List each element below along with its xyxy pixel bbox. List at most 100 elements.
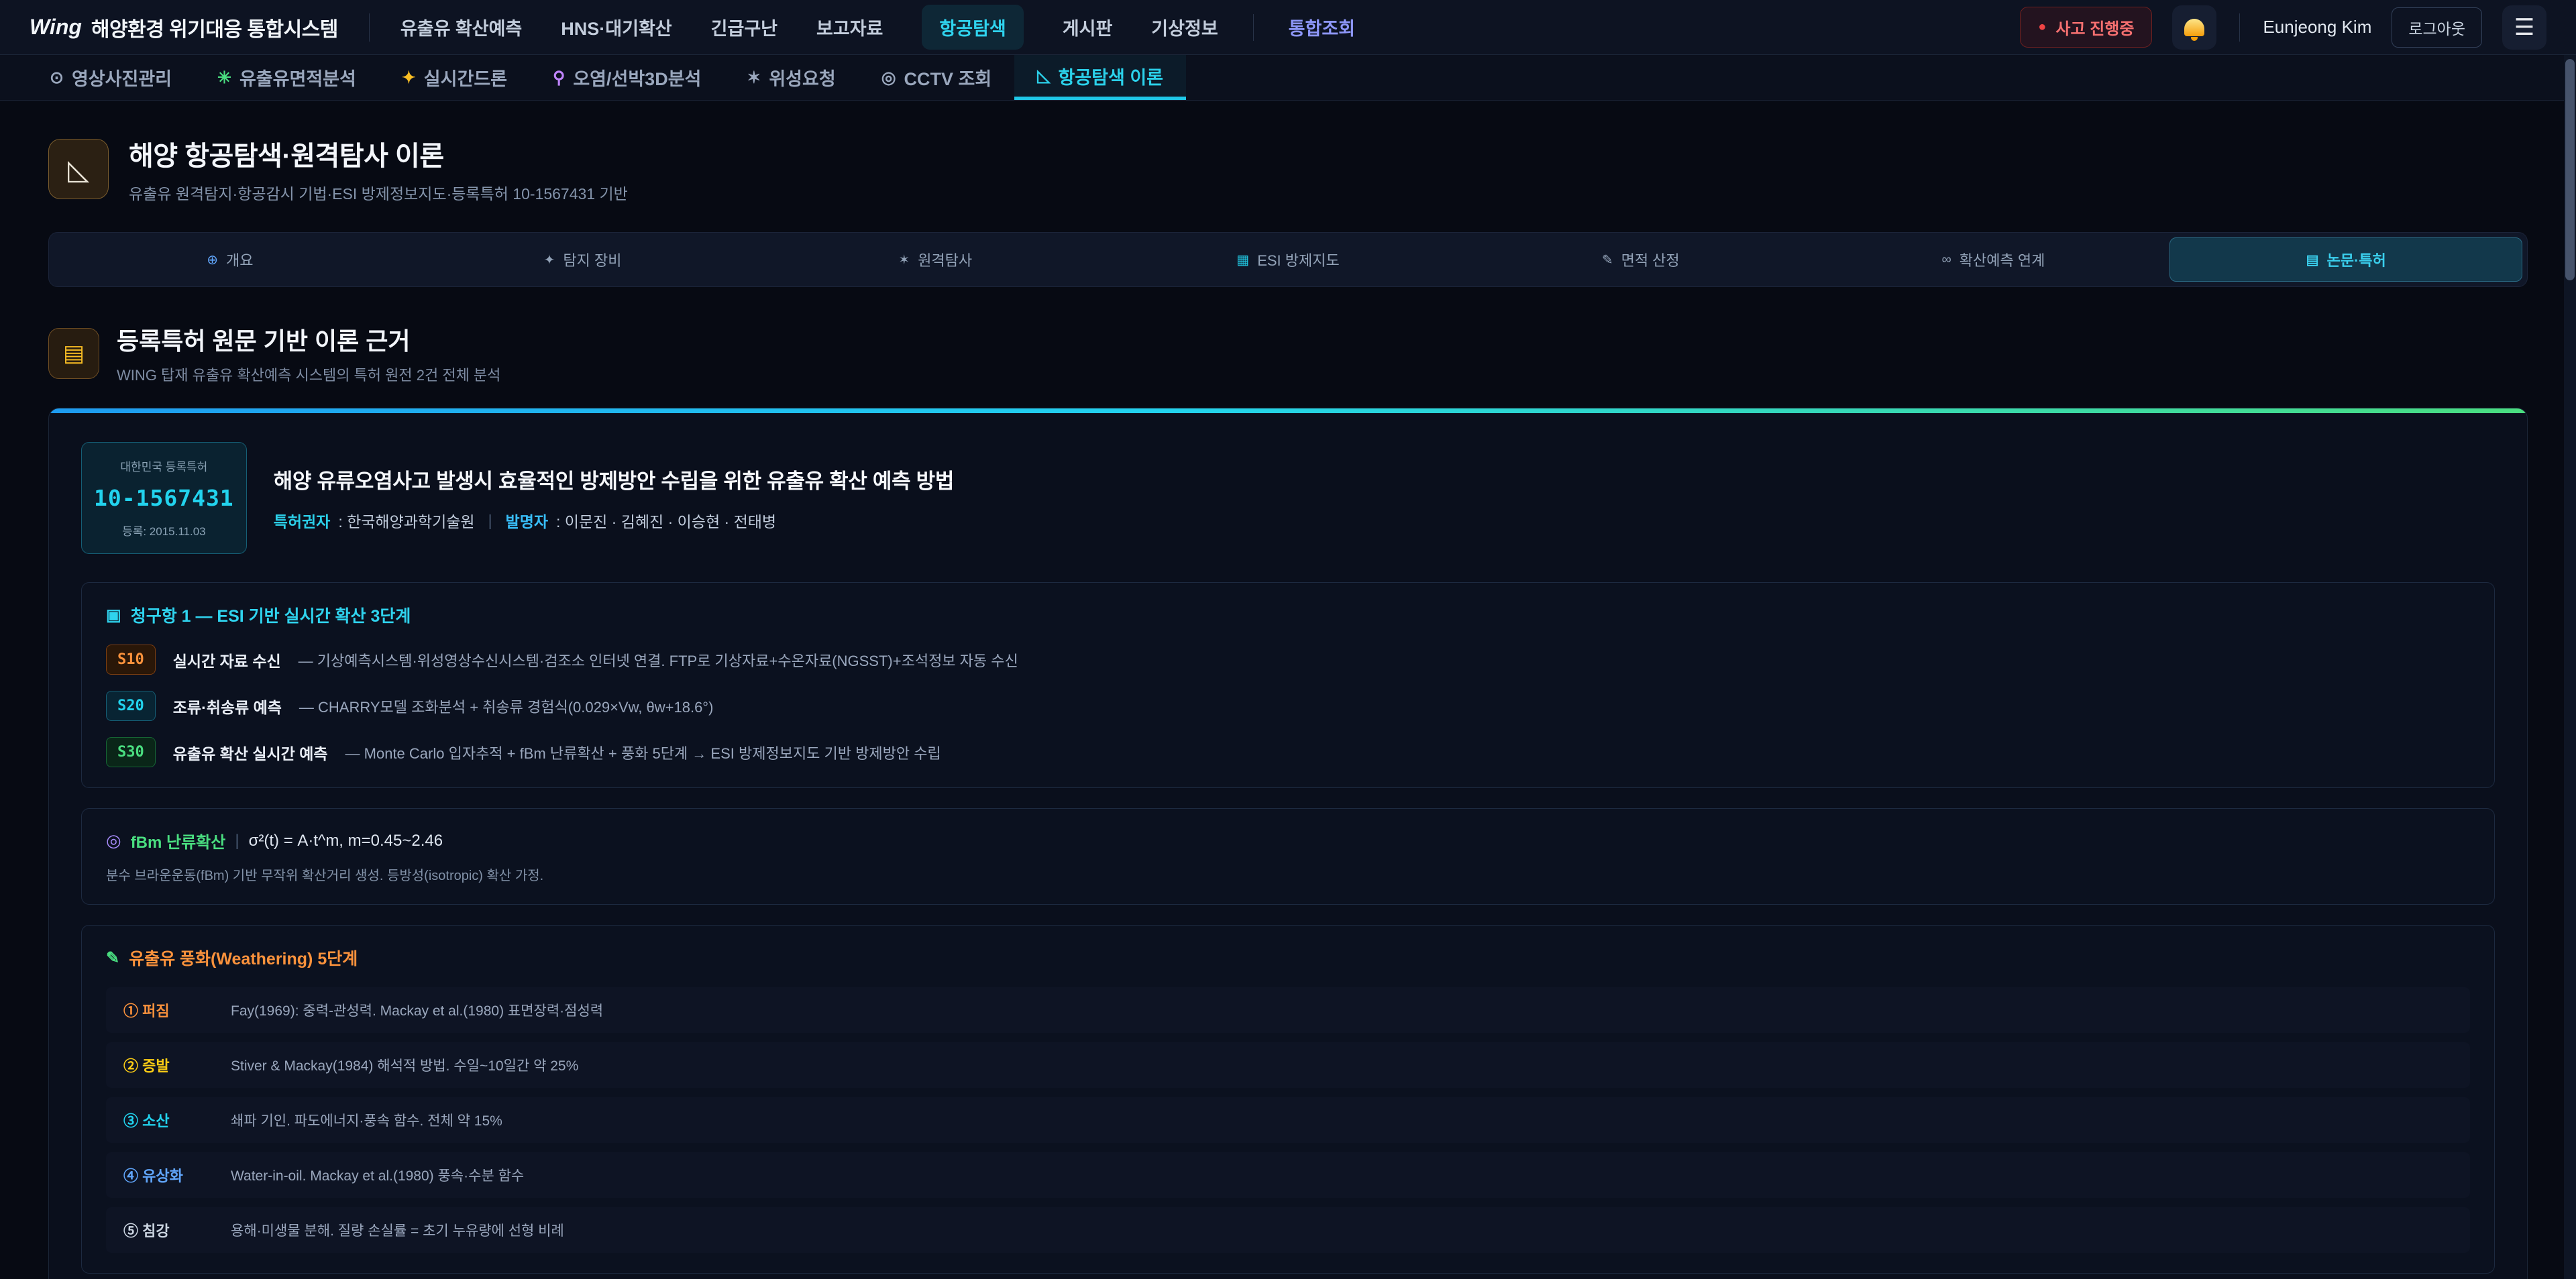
status-dot-icon: ● bbox=[2038, 19, 2046, 35]
menu-item-aerial-search[interactable]: 항공탐색 bbox=[922, 5, 1023, 50]
scrollbar-thumb[interactable] bbox=[2565, 59, 2575, 280]
weathering-step-name: ② 증발 bbox=[123, 1054, 231, 1076]
incident-status-badge[interactable]: ● 사고 진행중 bbox=[2020, 7, 2152, 48]
tab-esi-map[interactable]: ▦ ESI 방제지도 bbox=[1112, 237, 1464, 282]
claim-step-s10: S10 실시간 자료 수신 — 기상예측시스템·위성영상수신시스템·검조소 인터… bbox=[106, 645, 2470, 675]
bell-icon bbox=[2184, 19, 2204, 36]
subtab-label: 오염/선박3D분석 bbox=[573, 64, 701, 91]
weathering-step-desc: Water-in-oil. Mackay et al.(1980) 풍속·수분 … bbox=[231, 1165, 524, 1185]
user-name: Eunjeong Kim bbox=[2263, 17, 2371, 38]
patent-card-1: 대한민국 등록특허 10-1567431 등록: 2015.11.03 해양 유… bbox=[48, 408, 2528, 1279]
subtab-cctv-view[interactable]: ◎ CCTV 조회 bbox=[859, 55, 1015, 100]
logo-wing-icon: Wing bbox=[30, 15, 82, 40]
menu-item-integrated-search[interactable]: 통합조회 bbox=[1289, 14, 1355, 40]
section-subtitle: WING 탑재 유출유 확산예측 시스템의 특허 원전 2건 전체 분석 bbox=[117, 364, 500, 385]
menu-item-weather-info[interactable]: 기상정보 bbox=[1151, 14, 1218, 40]
hamburger-menu-button[interactable]: ☰ bbox=[2502, 5, 2546, 50]
weathering-step-name: ③ 소산 bbox=[123, 1109, 231, 1131]
notification-button[interactable] bbox=[2172, 5, 2216, 50]
tab-overview[interactable]: ⊕ 개요 bbox=[54, 237, 407, 282]
patent-number: 10-1567431 bbox=[94, 485, 234, 511]
map-icon: ▦ bbox=[1236, 252, 1249, 268]
step-code-badge: S30 bbox=[106, 737, 156, 767]
triangle-ruler-icon: ◺ bbox=[48, 139, 109, 199]
magnifier-icon: ⚲ bbox=[553, 68, 565, 88]
step-description: — 기상예측시스템·위성영상수신시스템·검조소 인터넷 연결. FTP로 기상자… bbox=[299, 649, 1018, 671]
tab-area-calculation[interactable]: ✎ 면적 산정 bbox=[1464, 237, 1817, 282]
holder-value: : 한국해양과학기술원 bbox=[338, 509, 474, 532]
tab-label: 확산예측 연계 bbox=[1960, 249, 2045, 270]
tab-remote-sensing[interactable]: ✶ 원격탐사 bbox=[759, 237, 1112, 282]
subtab-pollution-ship-3d[interactable]: ⚲ 오염/선박3D분석 bbox=[530, 55, 724, 100]
subtab-label: 항공탐색 이론 bbox=[1058, 63, 1163, 89]
camera-icon: ⊙ bbox=[50, 68, 64, 88]
tab-label: 면적 산정 bbox=[1621, 249, 1680, 270]
app-logo[interactable]: Wing 해양환경 위기대응 통합시스템 bbox=[30, 13, 338, 42]
subtab-label: 위성요청 bbox=[769, 64, 835, 91]
fbm-formula-line: ◎ fBm 난류확산 | σ²(t) = A·t^m, m=0.45~2.46 bbox=[106, 829, 2470, 852]
divider bbox=[1253, 14, 1254, 41]
theory-tab-bar: ⊕ 개요 ✦ 탐지 장비 ✶ 원격탐사 ▦ ESI 방제지도 ✎ 면적 산정 ∞… bbox=[48, 232, 2528, 287]
main-menu: 유출유 확산예측 HNS·대기확산 긴급구난 보고자료 항공탐색 게시판 기상정… bbox=[400, 5, 1355, 50]
hamburger-icon: ☰ bbox=[2514, 14, 2534, 41]
tab-papers-patents[interactable]: ▤ 논문·특허 bbox=[2169, 237, 2522, 282]
globe-icon: ⊕ bbox=[207, 252, 218, 268]
remote-sensing-icon: ✶ bbox=[898, 252, 910, 268]
document-icon: ▤ bbox=[2306, 252, 2319, 268]
section-header: ▤ 등록특허 원문 기반 이론 근거 WING 탑재 유출유 확산예측 시스템의… bbox=[48, 322, 2528, 385]
scroll-icon: ▤ bbox=[48, 328, 99, 379]
patent-meta: 특허권자 : 한국해양과학기술원 | 발명자 : 이문진 · 김혜진 · 이승현… bbox=[274, 509, 954, 532]
weathering-row-sedimentation: ⑤ 침강 용해·미생물 분해. 질량 손실률 = 초기 누유량에 선형 비례 bbox=[106, 1207, 2470, 1253]
sub-navigation-bar: ⊙ 영상사진관리 ✳ 유출유면적분석 ✦ 실시간드론 ⚲ 오염/선박3D분석 ✶… bbox=[0, 55, 2576, 101]
weathering-row-dispersion: ③ 소산 쇄파 기인. 파도에너지·풍속 함수. 전체 약 15% bbox=[106, 1097, 2470, 1143]
subtab-label: CCTV 조회 bbox=[904, 64, 992, 91]
divider bbox=[369, 13, 370, 42]
weathering-box: ✎ 유출유 풍화(Weathering) 5단계 ① 퍼짐 Fay(1969):… bbox=[81, 925, 2495, 1274]
link-icon: ∞ bbox=[1942, 252, 1951, 268]
menu-item-board[interactable]: 게시판 bbox=[1063, 14, 1113, 40]
menu-item-oil-spill-prediction[interactable]: 유출유 확산예측 bbox=[400, 14, 522, 40]
subtab-oil-area-analysis[interactable]: ✳ 유출유면적분석 bbox=[195, 55, 379, 100]
pencil-icon: ✎ bbox=[1602, 252, 1613, 268]
menu-item-reports[interactable]: 보고자료 bbox=[816, 14, 883, 40]
nav-right-area: ● 사고 진행중 Eunjeong Kim 로그아웃 ☰ bbox=[2020, 5, 2546, 50]
step-code-badge: S20 bbox=[106, 691, 156, 721]
patent-header: 대한민국 등록특허 10-1567431 등록: 2015.11.03 해양 유… bbox=[81, 442, 2495, 554]
menu-item-emergency-rescue[interactable]: 긴급구난 bbox=[711, 14, 777, 40]
divider bbox=[2239, 13, 2240, 42]
subtab-satellite-request[interactable]: ✶ 위성요청 bbox=[724, 55, 858, 100]
tab-detection-equipment[interactable]: ✦ 탐지 장비 bbox=[407, 237, 759, 282]
spiral-icon: ◎ bbox=[106, 830, 121, 851]
page-scrollbar[interactable] bbox=[2564, 55, 2576, 1279]
tab-prediction-link[interactable]: ∞ 확산예측 연계 bbox=[1817, 237, 2170, 282]
divider: | bbox=[235, 832, 239, 850]
fbm-formula: σ²(t) = A·t^m, m=0.45~2.46 bbox=[249, 832, 443, 850]
step-description: — Monte Carlo 입자추적 + fBm 난류확산 + 풍화 5단계 →… bbox=[345, 742, 941, 763]
tab-label: 논문·특허 bbox=[2326, 249, 2385, 270]
weathering-heading: ✎ 유출유 풍화(Weathering) 5단계 bbox=[106, 946, 2470, 970]
holder-label: 특허권자 bbox=[274, 509, 331, 532]
subtab-realtime-drone[interactable]: ✦ 실시간드론 bbox=[379, 55, 530, 100]
claim-step-s30: S30 유출유 확산 실시간 예측 — Monte Carlo 입자추적 + f… bbox=[106, 737, 2470, 767]
weathering-row-emulsification: ④ 유상화 Water-in-oil. Mackay et al.(1980) … bbox=[106, 1152, 2470, 1198]
weathering-step-desc: 용해·미생물 분해. 질량 손실률 = 초기 누유량에 선형 비례 bbox=[231, 1220, 564, 1240]
subtab-image-photo-management[interactable]: ⊙ 영상사진관리 bbox=[27, 55, 195, 100]
book-icon: ▣ bbox=[106, 606, 121, 625]
subtab-aerial-search-theory[interactable]: ◺ 항공탐색 이론 bbox=[1014, 55, 1186, 100]
fbm-box: ◎ fBm 난류확산 | σ²(t) = A·t^m, m=0.45~2.46 … bbox=[81, 808, 2495, 905]
patent-number-badge: 대한민국 등록특허 10-1567431 등록: 2015.11.03 bbox=[81, 442, 247, 554]
section-title: 등록특허 원문 기반 이론 근거 bbox=[117, 322, 500, 357]
main-content: ◺ 해양 항공탐색·원격탐사 이론 유출유 원격탐지·항공감시 기법·ESI 방… bbox=[0, 101, 2576, 1279]
page-subtitle: 유출유 원격탐지·항공감시 기법·ESI 방제정보지도·등록특허 10-1567… bbox=[129, 181, 628, 204]
fbm-name: fBm 난류확산 bbox=[131, 829, 226, 852]
drone-icon: ✦ bbox=[402, 68, 416, 88]
logout-button[interactable]: 로그아웃 bbox=[2392, 7, 2482, 48]
page-header: ◺ 해양 항공탐색·원격탐사 이론 유출유 원격탐지·항공감시 기법·ESI 방… bbox=[48, 134, 2528, 204]
weathering-step-name: ④ 유상화 bbox=[123, 1164, 231, 1186]
sparkle-icon: ✳ bbox=[217, 68, 231, 88]
menu-item-hns-diffusion[interactable]: HNS·대기확산 bbox=[561, 14, 672, 40]
tab-label: 탐지 장비 bbox=[563, 249, 621, 270]
weathering-row-evaporation: ② 증발 Stiver & Mackay(1984) 해석적 방법. 수일~10… bbox=[106, 1042, 2470, 1088]
weathering-step-desc: Stiver & Mackay(1984) 해석적 방법. 수일~10일간 약 … bbox=[231, 1055, 578, 1075]
page-title: 해양 항공탐색·원격탐사 이론 bbox=[129, 134, 628, 173]
